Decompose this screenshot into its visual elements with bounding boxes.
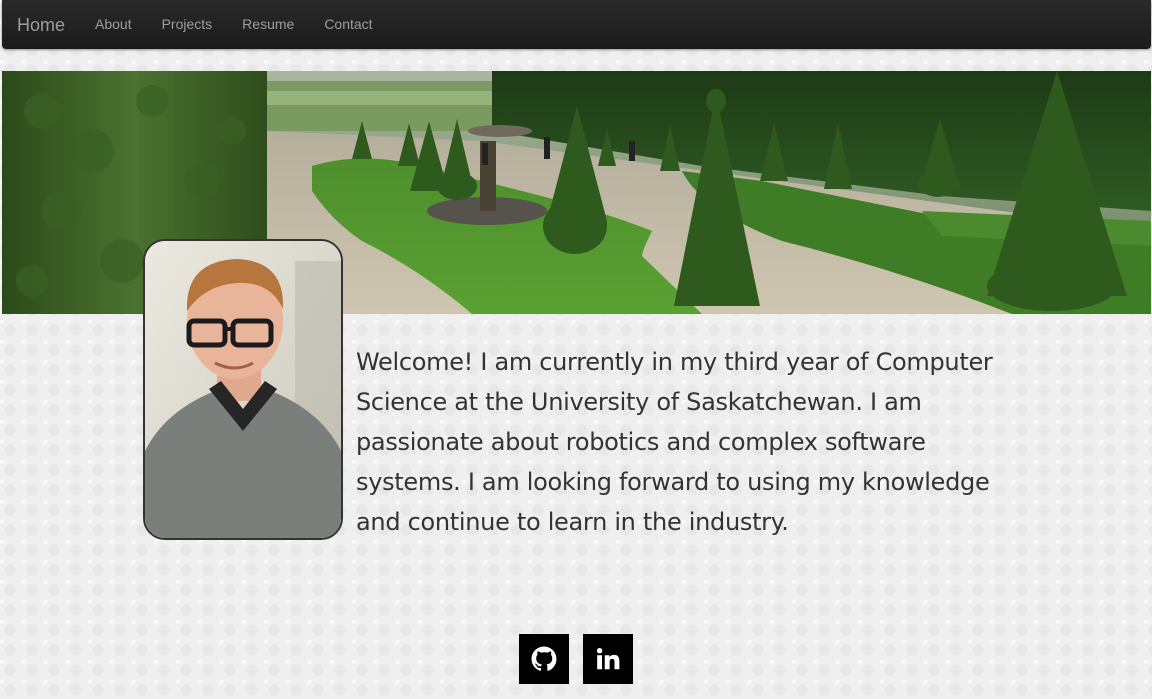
github-icon (531, 646, 557, 671)
profile-photo (143, 239, 343, 540)
linkedin-icon (596, 647, 620, 670)
navbar: Home About Projects Resume Contact (2, 0, 1151, 49)
nav-contact-link[interactable]: Contact (309, 0, 387, 49)
nav-resume-link[interactable]: Resume (227, 0, 309, 49)
linkedin-link[interactable] (583, 634, 633, 684)
nav-links: About Projects Resume Contact (80, 0, 388, 49)
intro-text: Welcome! I am currently in my third year… (356, 348, 993, 536)
profile-portrait (145, 241, 341, 538)
nav-about-link[interactable]: About (80, 0, 147, 49)
nav-projects-link[interactable]: Projects (147, 0, 228, 49)
nav-home-link[interactable]: Home (17, 15, 65, 35)
github-link[interactable] (519, 634, 569, 684)
